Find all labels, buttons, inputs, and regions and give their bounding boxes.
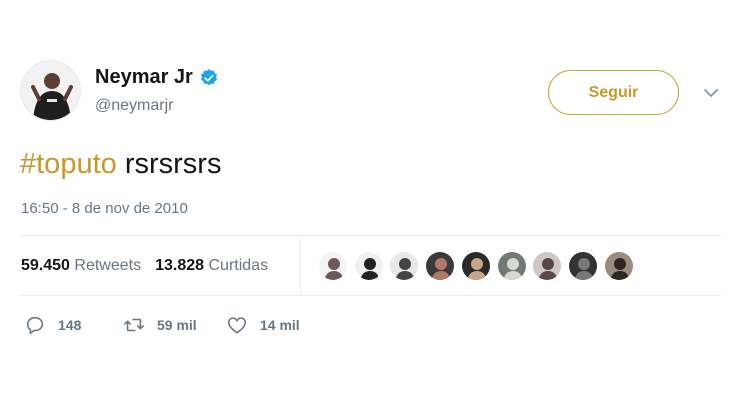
author-name-row: Neymar Jr bbox=[95, 66, 219, 89]
avatar bbox=[426, 252, 455, 280]
follow-button[interactable]: Seguir bbox=[548, 70, 679, 115]
avatar bbox=[461, 252, 490, 280]
stats-separator bbox=[300, 238, 301, 293]
likes-count: 13.828 bbox=[155, 257, 205, 274]
chevron-down-icon[interactable] bbox=[702, 84, 720, 102]
liker-avatar-3[interactable] bbox=[389, 251, 420, 281]
retweet-button[interactable]: 59 mil bbox=[123, 314, 197, 336]
like-action-count: 14 mil bbox=[260, 317, 300, 333]
like-icon bbox=[227, 317, 247, 334]
tweet-body: rsrsrsrs bbox=[116, 148, 222, 180]
likes-label: Curtidas bbox=[208, 257, 269, 274]
avatar bbox=[390, 252, 419, 280]
liker-avatar-9[interactable] bbox=[603, 251, 634, 281]
divider-bottom bbox=[20, 295, 721, 296]
tweet-card: Neymar Jr @neymarjr Seguir #toputo rsrsr… bbox=[0, 0, 741, 420]
liker-avatar-1[interactable] bbox=[318, 251, 348, 281]
reply-count: 148 bbox=[58, 317, 82, 333]
avatar bbox=[604, 252, 633, 280]
author-name[interactable]: Neymar Jr bbox=[95, 66, 193, 89]
likes-stat[interactable]: 13.828 Curtidas bbox=[155, 257, 268, 274]
avatar bbox=[354, 252, 383, 280]
tweet-stats: 59.450 Retweets 13.828 Curtidas bbox=[21, 257, 268, 275]
verified-badge-icon bbox=[200, 68, 217, 85]
liker-avatar-4[interactable] bbox=[425, 251, 456, 281]
tweet-text: #toputo rsrsrsrs bbox=[20, 146, 221, 182]
liker-avatar-8[interactable] bbox=[567, 251, 598, 281]
retweets-stat[interactable]: 59.450 Retweets bbox=[21, 257, 141, 274]
tweet-timestamp[interactable]: 16:50 - 8 de nov de 2010 bbox=[21, 200, 188, 217]
liker-avatar-5[interactable] bbox=[460, 251, 491, 281]
like-button[interactable]: 14 mil bbox=[226, 314, 300, 336]
liker-avatar-6[interactable] bbox=[496, 251, 527, 281]
avatar bbox=[319, 252, 347, 280]
author-photo-icon bbox=[21, 61, 80, 120]
retweet-icon bbox=[124, 318, 144, 332]
avatar bbox=[497, 252, 526, 280]
retweet-action-count: 59 mil bbox=[157, 317, 197, 333]
liker-avatar-7[interactable] bbox=[532, 251, 563, 281]
retweets-count: 59.450 bbox=[21, 257, 70, 274]
divider-top bbox=[20, 235, 721, 236]
reply-icon bbox=[26, 316, 44, 335]
reply-button[interactable]: 148 bbox=[24, 314, 81, 336]
hashtag-link[interactable]: #toputo bbox=[20, 148, 117, 180]
retweets-label: Retweets bbox=[74, 257, 142, 274]
avatar bbox=[568, 252, 597, 280]
avatar bbox=[533, 252, 562, 280]
author-avatar[interactable] bbox=[20, 60, 81, 121]
liker-avatar-2[interactable] bbox=[353, 251, 384, 281]
author-handle[interactable]: @neymarjr bbox=[95, 97, 173, 115]
